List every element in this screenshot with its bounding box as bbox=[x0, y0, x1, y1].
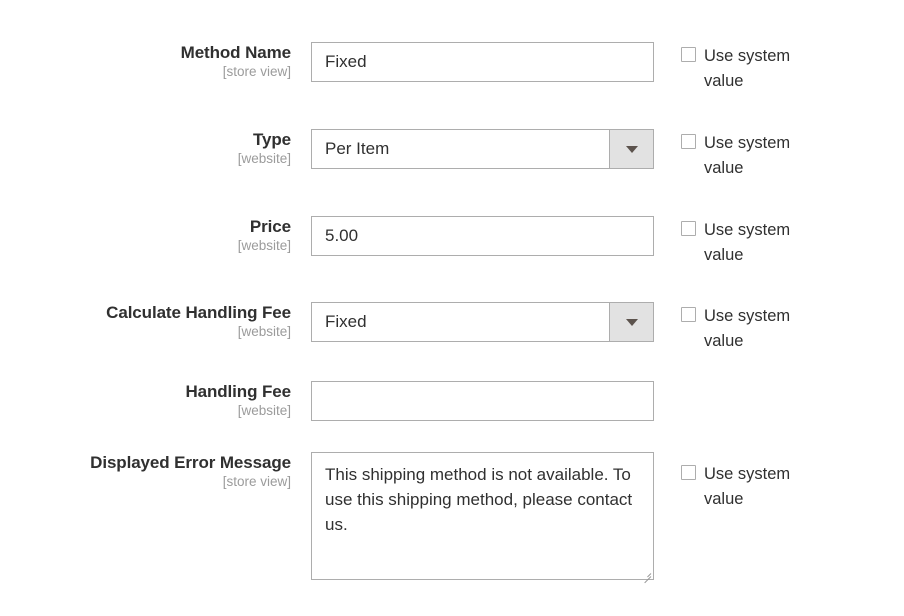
field-scope-type: [website] bbox=[237, 151, 291, 166]
field-label-group-displayed-error-message: Displayed Error Message [store view] bbox=[0, 452, 291, 491]
field-label-calculate-handling-fee: Calculate Handling Fee bbox=[106, 303, 291, 322]
shipping-method-settings-form: Method Name [store view] Use system valu… bbox=[0, 0, 904, 616]
field-control-displayed-error-message: This shipping method is not available. T… bbox=[311, 452, 654, 584]
use-system-value-label-type: Use system value bbox=[704, 134, 791, 177]
handling-fee-input[interactable] bbox=[311, 381, 654, 421]
use-system-value-checkbox-type[interactable] bbox=[681, 134, 696, 149]
field-scope-method-name: [store view] bbox=[222, 64, 291, 79]
method-name-input[interactable] bbox=[311, 42, 654, 82]
use-system-value-label-calculate-handling-fee: Use system value bbox=[704, 307, 791, 350]
calculate-handling-fee-select-button[interactable] bbox=[609, 303, 653, 341]
field-control-price bbox=[311, 216, 654, 256]
calculate-handling-fee-select[interactable]: Fixed bbox=[311, 302, 654, 342]
field-label-group-type: Type [website] bbox=[0, 129, 291, 168]
field-scope-calculate-handling-fee: [website] bbox=[237, 324, 291, 339]
field-label-handling-fee: Handling Fee bbox=[185, 382, 291, 401]
field-control-handling-fee bbox=[311, 381, 654, 421]
displayed-error-message-textarea[interactable]: This shipping method is not available. T… bbox=[311, 452, 654, 580]
chevron-down-icon bbox=[625, 319, 638, 326]
field-label-price: Price bbox=[249, 217, 291, 236]
field-scope-displayed-error-message: [store view] bbox=[222, 474, 291, 489]
field-label-type: Type bbox=[252, 130, 291, 149]
field-label-group-handling-fee: Handling Fee [website] bbox=[0, 381, 291, 420]
use-system-value-calculate-handling-fee[interactable]: Use system value bbox=[681, 304, 841, 354]
type-select[interactable]: Per Item bbox=[311, 129, 654, 169]
field-label-group-method-name: Method Name [store view] bbox=[0, 42, 291, 81]
field-label-group-price: Price [website] bbox=[0, 216, 291, 255]
field-label-group-calculate-handling-fee: Calculate Handling Fee [website] bbox=[0, 302, 291, 341]
type-select-value: Per Item bbox=[325, 139, 390, 158]
field-label-displayed-error-message: Displayed Error Message bbox=[90, 453, 291, 472]
type-select-button[interactable] bbox=[609, 130, 653, 168]
use-system-value-checkbox-method-name[interactable] bbox=[681, 47, 696, 62]
use-system-value-checkbox-calculate-handling-fee[interactable] bbox=[681, 307, 696, 322]
use-system-value-displayed-error-message[interactable]: Use system value bbox=[681, 462, 841, 512]
use-system-value-method-name[interactable]: Use system value bbox=[681, 44, 841, 94]
field-control-method-name bbox=[311, 42, 654, 82]
use-system-value-price[interactable]: Use system value bbox=[681, 218, 841, 268]
use-system-value-checkbox-displayed-error-message[interactable] bbox=[681, 465, 696, 480]
chevron-down-icon bbox=[625, 146, 638, 153]
calculate-handling-fee-select-value: Fixed bbox=[325, 312, 367, 331]
field-control-calculate-handling-fee: Fixed bbox=[311, 302, 654, 342]
field-control-type: Per Item bbox=[311, 129, 654, 169]
use-system-value-label-method-name: Use system value bbox=[704, 47, 791, 90]
use-system-value-label-displayed-error-message: Use system value bbox=[704, 465, 791, 508]
field-label-method-name: Method Name bbox=[180, 43, 291, 62]
price-input[interactable] bbox=[311, 216, 654, 256]
field-scope-price: [website] bbox=[237, 238, 291, 253]
use-system-value-checkbox-price[interactable] bbox=[681, 221, 696, 236]
use-system-value-type[interactable]: Use system value bbox=[681, 131, 841, 181]
field-scope-handling-fee: [website] bbox=[237, 403, 291, 418]
use-system-value-label-price: Use system value bbox=[704, 221, 791, 264]
